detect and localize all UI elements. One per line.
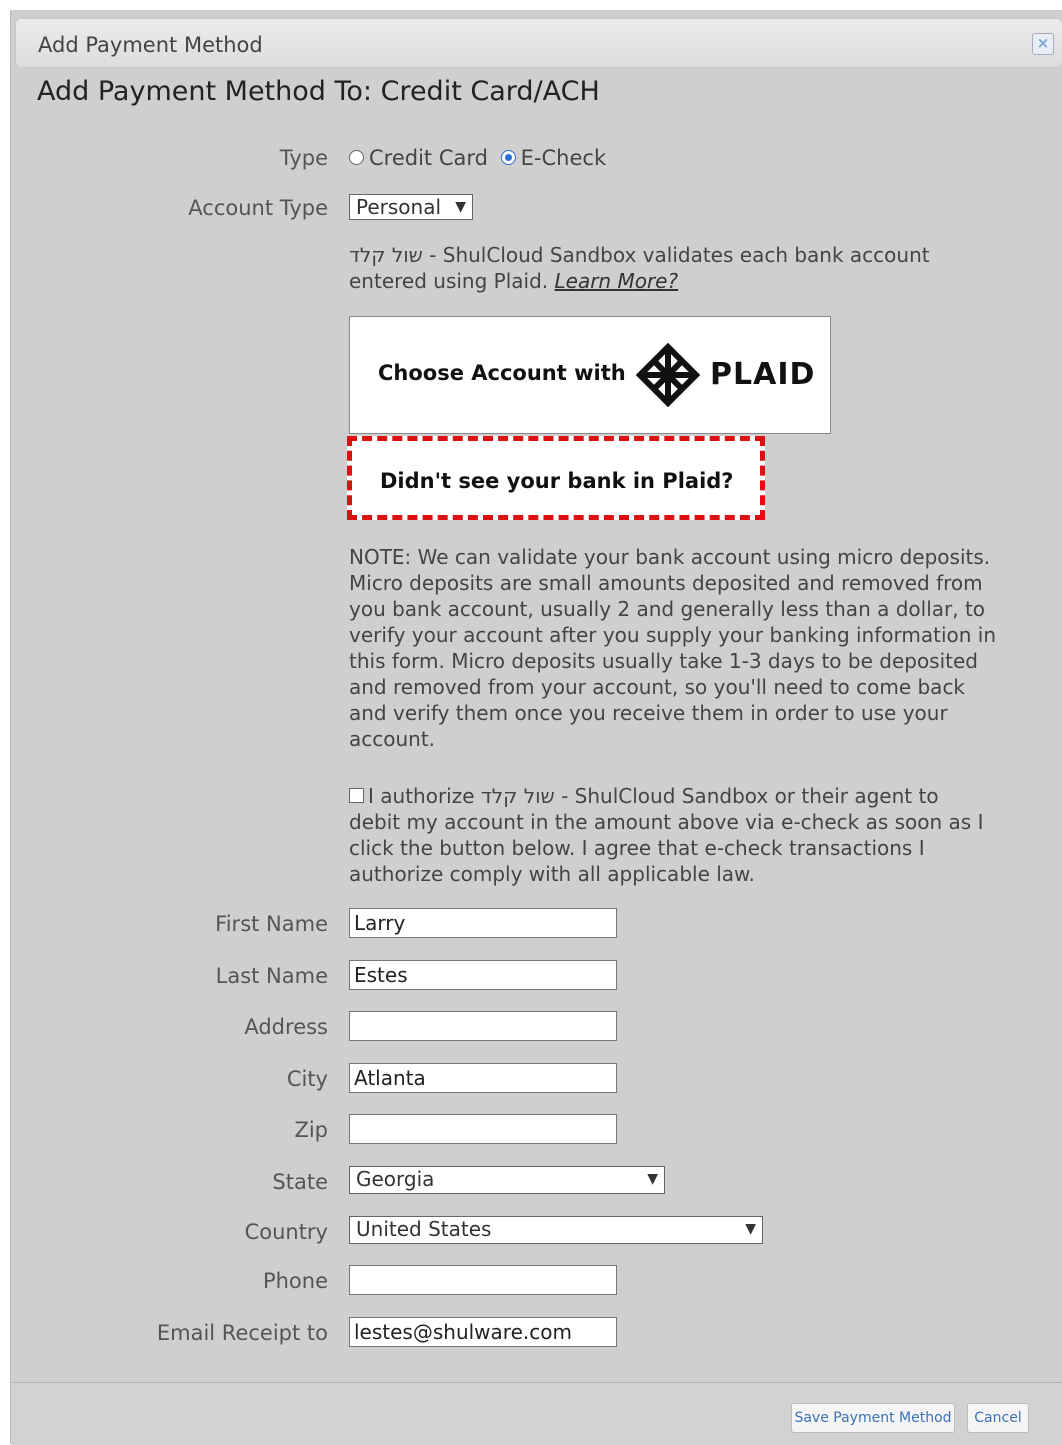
authorize-line: debit my account in the amount above via…: [349, 810, 984, 834]
choose-account-plaid-button[interactable]: Choose Account with PLAID: [349, 316, 831, 434]
note-line: Micro deposits are small amounts deposit…: [349, 571, 983, 595]
type-label: Type: [279, 146, 328, 170]
address-label: Address: [244, 1015, 328, 1039]
dialog-titlebar: Add Payment Method ×: [15, 18, 1062, 68]
first-name-field[interactable]: Larry: [349, 908, 617, 938]
radio-echeck-label[interactable]: E-Check: [521, 146, 606, 170]
last-name-field[interactable]: Estes: [349, 960, 617, 990]
first-name-label: First Name: [215, 912, 328, 936]
page-title: Add Payment Method To: Credit Card/ACH: [37, 76, 600, 107]
dialog-title: Add Payment Method: [38, 33, 263, 57]
cancel-button[interactable]: Cancel: [967, 1403, 1029, 1433]
phone-label: Phone: [262, 1269, 328, 1293]
type-radio-group: Credit Card E-Check: [349, 146, 606, 170]
radio-credit-card-label[interactable]: Credit Card: [369, 146, 488, 170]
plaid-brand: PLAID: [710, 357, 816, 392]
address-field[interactable]: [349, 1011, 617, 1041]
micro-deposit-note: NOTE: We can validate your bank account …: [349, 544, 996, 752]
authorize-line: authorize comply with all applicable law…: [349, 862, 755, 886]
chevron-down-icon: ▼: [647, 1171, 658, 1187]
country-value: United States: [356, 1217, 492, 1241]
note-line: account.: [349, 727, 436, 751]
zip-label: Zip: [294, 1118, 328, 1142]
authorize-block: I authorize שול קלד - ShulCloud Sandbox …: [349, 783, 983, 887]
note-line: and verify them once you receive them in…: [349, 701, 948, 725]
authorize-line: click the button below. I agree that e-c…: [349, 836, 925, 860]
add-payment-dialog: Add Payment Method × Add Payment Method …: [10, 10, 1062, 1445]
state-label: State: [272, 1170, 328, 1194]
note-line: this form. Micro deposits usually take 1…: [349, 649, 979, 673]
account-type-select[interactable]: Personal ▼: [349, 194, 473, 220]
account-type-value: Personal: [356, 195, 442, 219]
note-line: you bank account, usually 2 and generall…: [349, 597, 986, 621]
chevron-down-icon: ▼: [745, 1221, 756, 1237]
save-payment-method-button[interactable]: Save Payment Method: [791, 1403, 955, 1433]
close-icon[interactable]: ×: [1032, 33, 1054, 55]
email-field[interactable]: lestes@shulware.com: [349, 1317, 617, 1347]
city-field[interactable]: Atlanta: [349, 1063, 617, 1093]
account-type-label: Account Type: [188, 196, 328, 220]
plaid-button-label: Choose Account with: [378, 361, 626, 385]
plaid-logo-icon: [636, 343, 700, 407]
country-label: Country: [244, 1220, 328, 1244]
note-line: NOTE: We can validate your bank account …: [349, 545, 991, 569]
note-line: and removed from your account, so you'll…: [349, 675, 966, 699]
no-bank-in-plaid-button[interactable]: Didn't see your bank in Plaid?: [347, 436, 765, 520]
state-select[interactable]: Georgia ▼: [349, 1166, 665, 1194]
chevron-down-icon: ▼: [455, 199, 466, 215]
no-bank-label: Didn't see your bank in Plaid?: [380, 469, 734, 493]
plaid-info-line1: שול קלד - ShulCloud Sandbox validates ea…: [349, 243, 930, 267]
city-label: City: [286, 1067, 328, 1091]
authorize-checkbox[interactable]: [349, 788, 364, 803]
authorize-line: I authorize שול קלד - ShulCloud Sandbox …: [368, 784, 939, 808]
note-line: verify your account after you supply you…: [349, 623, 997, 647]
learn-more-link[interactable]: Learn More?: [555, 269, 679, 293]
email-label: Email Receipt to: [156, 1321, 328, 1345]
state-value: Georgia: [356, 1167, 435, 1191]
phone-field[interactable]: [349, 1265, 617, 1295]
radio-credit-card[interactable]: [349, 149, 364, 165]
plaid-info: שול קלד - ShulCloud Sandbox validates ea…: [349, 242, 930, 294]
country-select[interactable]: United States ▼: [349, 1216, 763, 1244]
zip-field[interactable]: [349, 1114, 617, 1144]
dialog-footer: Save Payment Method Cancel: [11, 1382, 1062, 1445]
last-name-label: Last Name: [215, 964, 328, 988]
plaid-info-line2: entered using Plaid.: [349, 269, 549, 293]
radio-echeck[interactable]: [500, 149, 516, 165]
